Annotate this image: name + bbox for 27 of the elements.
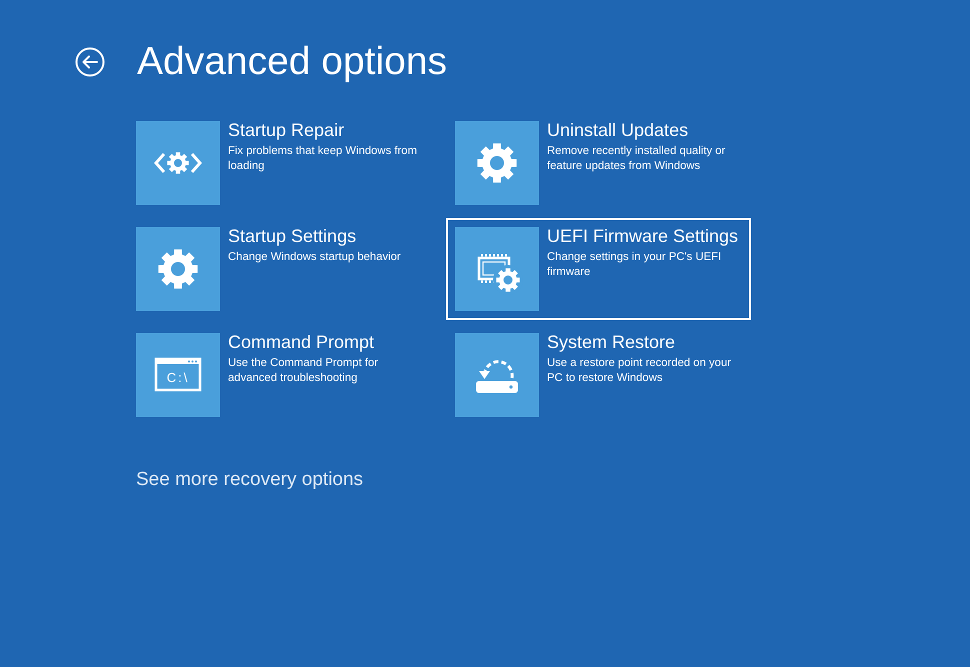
restore-drive-icon (455, 333, 539, 417)
option-description: Fix problems that keep Windows from loading (228, 144, 418, 174)
recovery-option[interactable]: Startup Settings Change Windows startup behavior (127, 218, 432, 320)
option-description: Change settings in your PC's UEFI firmware (547, 250, 722, 280)
page-title: Advanced options (137, 39, 448, 85)
command-window-icon: C:\ (136, 333, 220, 417)
recovery-option[interactable]: UEFI Firmware Settings Change settings in your PC's UEFI firmware (446, 218, 751, 320)
option-title: Uninstall Updates (547, 120, 690, 140)
option-description: Change Windows startup behavior (228, 250, 402, 265)
repair-gear-icon (136, 121, 220, 205)
option-title: Command Prompt (228, 332, 376, 352)
recovery-option[interactable]: Uninstall Updates Remove recently installed quality or feature updates from Windows (446, 112, 751, 214)
gear-icon (136, 227, 220, 311)
recovery-option[interactable]: Startup Repair Fix problems that keep Windows from loading (127, 112, 432, 214)
recovery-option[interactable]: C:\ Command Prompt Use the Command Prompt for advanced troubleshooting (127, 324, 432, 426)
option-description: Use the Command Prompt for advanced troubleshooting (228, 356, 380, 386)
chip-gear-icon (455, 227, 539, 311)
option-description: Use a restore point recorded on your PC to restore Windows (547, 356, 732, 386)
back-icon[interactable] (75, 47, 105, 77)
option-description: Remove recently installed quality or feature updates from Windows (547, 144, 726, 174)
option-title: UEFI Firmware Settings (547, 226, 740, 246)
option-title: Startup Repair (228, 120, 346, 140)
option-title: System Restore (547, 332, 676, 352)
more-options-link[interactable]: See more recovery options (136, 466, 364, 494)
recovery-option[interactable]: System Restore Use a restore point recorded on your PC to restore Windows (446, 324, 751, 426)
gear-icon (455, 121, 539, 205)
option-title: Startup Settings (228, 226, 358, 246)
